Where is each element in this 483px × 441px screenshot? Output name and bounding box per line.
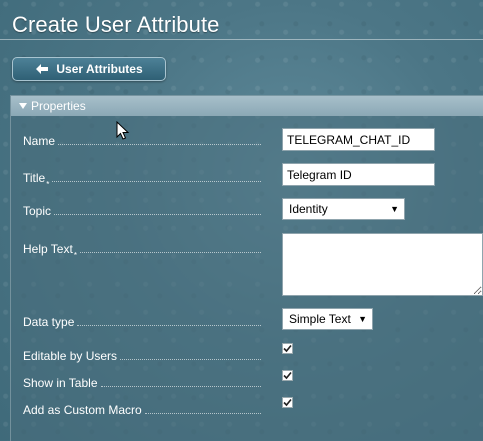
add-as-custom-macro-checkbox[interactable] bbox=[282, 397, 293, 408]
triangle-down-icon bbox=[19, 103, 27, 109]
dropdown-arrow-icon: ▼ bbox=[390, 204, 399, 214]
show-in-table-checkbox[interactable] bbox=[282, 370, 293, 381]
panel-header-label: Properties bbox=[31, 99, 86, 113]
checkmark-icon bbox=[283, 398, 292, 407]
data-type-label: Data type bbox=[23, 315, 261, 329]
back-button-label: User Attributes bbox=[56, 62, 143, 76]
title-divider bbox=[0, 39, 483, 40]
topic-select[interactable]: Identity ▼ bbox=[282, 198, 405, 220]
title-label: Title * bbox=[23, 171, 261, 189]
editable-by-users-label: Editable by Users bbox=[23, 349, 261, 363]
topic-select-value: Identity bbox=[289, 202, 328, 216]
show-in-table-label: Show in Table bbox=[23, 376, 261, 390]
help-text-textarea[interactable] bbox=[282, 233, 483, 296]
name-label: Name bbox=[23, 134, 261, 148]
checkmark-icon bbox=[283, 371, 292, 380]
arrow-left-icon bbox=[35, 63, 49, 75]
back-to-user-attributes-button[interactable]: User Attributes bbox=[12, 57, 166, 81]
mouse-pointer-icon bbox=[116, 121, 130, 140]
editable-by-users-checkbox[interactable] bbox=[282, 343, 293, 354]
checkmark-icon bbox=[283, 344, 292, 353]
topic-label: Topic bbox=[23, 204, 261, 218]
properties-panel-header[interactable]: Properties bbox=[11, 96, 483, 116]
name-input[interactable] bbox=[282, 128, 435, 151]
page-title: Create User Attribute bbox=[12, 12, 220, 37]
dropdown-arrow-icon: ▼ bbox=[358, 314, 367, 324]
help-text-label: Help Text * bbox=[23, 242, 261, 260]
title-input[interactable] bbox=[282, 163, 435, 186]
data-type-select[interactable]: Simple Text ▼ bbox=[282, 308, 373, 330]
data-type-select-value: Simple Text bbox=[289, 312, 351, 326]
add-as-custom-macro-label: Add as Custom Macro bbox=[23, 403, 261, 417]
